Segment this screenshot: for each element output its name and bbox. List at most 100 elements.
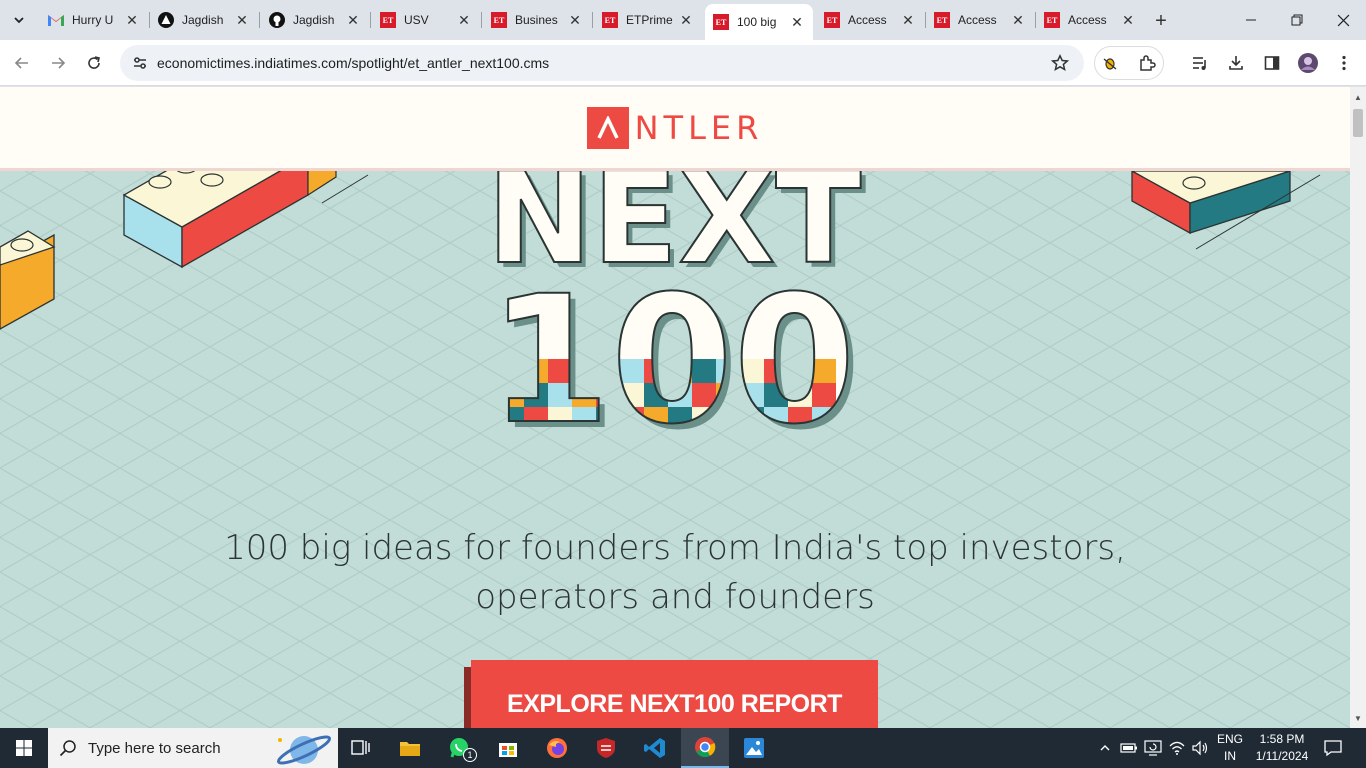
- tab-business[interactable]: ET Busines ✕: [483, 6, 591, 34]
- explore-report-label: EXPLORE NEXT100 REPORT: [507, 690, 842, 718]
- vscode-icon: [644, 738, 665, 758]
- svg-text:100: 100: [488, 258, 855, 463]
- start-button[interactable]: [0, 728, 48, 768]
- security-app-button[interactable]: [582, 728, 630, 768]
- isometric-grid-background: NEXT NEXT 100 100 100: [0, 87, 1350, 728]
- tab-access-1[interactable]: ET Access ✕: [816, 6, 924, 34]
- restore-button[interactable]: [1274, 0, 1320, 40]
- taskbar-search-box[interactable]: Type here to search: [48, 728, 338, 768]
- page-scrollbar[interactable]: ▲ ▼: [1350, 87, 1366, 728]
- side-panel-icon[interactable]: [1258, 49, 1286, 77]
- tab-title: Access: [1068, 13, 1107, 27]
- microsoft-store-button[interactable]: [484, 728, 532, 768]
- explore-report-button[interactable]: EXPLORE NEXT100 REPORT: [471, 660, 878, 728]
- whatsapp-button[interactable]: 1: [435, 728, 483, 768]
- site-settings-icon[interactable]: [126, 49, 154, 77]
- new-tab-button[interactable]: +: [1148, 8, 1174, 34]
- tab-separator: [592, 12, 593, 28]
- close-icon[interactable]: ✕: [345, 12, 361, 28]
- clock-time: 1:58 PM: [1259, 732, 1305, 746]
- tab-title: USV: [404, 13, 429, 27]
- volume-icon[interactable]: [1189, 728, 1211, 768]
- tab-gmail[interactable]: Hurry U ✕: [40, 6, 148, 34]
- firefox-button[interactable]: [533, 728, 581, 768]
- restore-icon: [1291, 14, 1303, 26]
- page-headline: 100 big ideas for founders from India's …: [175, 524, 1175, 622]
- forward-button[interactable]: [44, 49, 72, 77]
- show-hidden-icons[interactable]: [1096, 728, 1114, 768]
- scroll-up-icon[interactable]: ▲: [1350, 89, 1366, 105]
- photos-app-button[interactable]: [730, 728, 778, 768]
- media-controls-icon[interactable]: [1186, 49, 1214, 77]
- vscode-button[interactable]: [631, 728, 679, 768]
- system-clock[interactable]: 1:58 PM 1/11/2024: [1250, 731, 1314, 765]
- gmail-icon: [48, 12, 64, 28]
- firefox-icon: [547, 738, 567, 758]
- battery-icon[interactable]: [1118, 728, 1140, 768]
- tab-separator: [259, 12, 260, 28]
- back-button[interactable]: [8, 49, 36, 77]
- profile-avatar[interactable]: [1294, 49, 1322, 77]
- wifi-icon[interactable]: [1166, 728, 1188, 768]
- folder-icon: [400, 742, 420, 756]
- update-icon[interactable]: [1142, 728, 1164, 768]
- task-view-button[interactable]: [337, 728, 385, 768]
- windows-logo-icon: [16, 740, 32, 756]
- tab-jagdish-1[interactable]: Jagdish ✕: [150, 6, 258, 34]
- arrow-left-icon: [14, 57, 28, 69]
- windows-taskbar: Type here to search 1 ENG IN 1:58 PM 1/1…: [0, 728, 1366, 768]
- bug-extension-icon[interactable]: [1096, 49, 1124, 77]
- arrow-right-icon: [52, 57, 66, 69]
- lang-region: IN: [1224, 749, 1236, 763]
- clock-date: 1/11/2024: [1255, 749, 1309, 763]
- tab-access-2[interactable]: ET Access ✕: [926, 6, 1034, 34]
- search-highlight-illustration-icon: [276, 735, 332, 765]
- tab-100-big-ideas[interactable]: ET 100 big ✕: [705, 4, 813, 40]
- puzzle-extensions-icon[interactable]: [1133, 49, 1161, 77]
- et-icon: ET: [934, 12, 950, 28]
- more-menu-icon[interactable]: [1330, 49, 1358, 77]
- close-icon[interactable]: ✕: [124, 12, 140, 28]
- tab-usv[interactable]: ET USV ✕: [372, 6, 480, 34]
- scroll-down-icon[interactable]: ▼: [1350, 710, 1366, 726]
- input-language-indicator[interactable]: ENG IN: [1214, 731, 1246, 765]
- tab-title: ETPrime: [626, 13, 673, 27]
- notifications-button[interactable]: [1320, 728, 1346, 768]
- close-icon[interactable]: ✕: [567, 12, 583, 28]
- close-icon[interactable]: ✕: [234, 12, 250, 28]
- notification-icon: [1324, 740, 1342, 757]
- close-icon[interactable]: ✕: [456, 12, 472, 28]
- antler-logo-text: NTLER: [634, 108, 764, 147]
- tab-jagdish-github[interactable]: Jagdish ✕: [261, 6, 369, 34]
- close-window-button[interactable]: [1320, 0, 1366, 40]
- address-bar[interactable]: economictimes.indiatimes.com/spotlight/e…: [120, 45, 1084, 81]
- minimize-button[interactable]: [1228, 0, 1274, 40]
- tab-title: Access: [848, 13, 887, 27]
- tab-title: Busines: [515, 13, 558, 27]
- tab-separator: [481, 12, 482, 28]
- close-icon[interactable]: ✕: [900, 12, 916, 28]
- tab-search-button[interactable]: [6, 7, 32, 33]
- download-icon[interactable]: [1222, 49, 1250, 77]
- reload-button[interactable]: [80, 49, 108, 77]
- headline-line-2: operators and founders: [475, 577, 875, 617]
- browser-toolbar: economictimes.indiatimes.com/spotlight/e…: [0, 40, 1366, 86]
- antler-logo[interactable]: NTLER: [586, 106, 764, 149]
- close-icon[interactable]: ✕: [789, 14, 805, 30]
- bookmark-star-icon[interactable]: [1048, 51, 1072, 75]
- task-view-icon: [351, 740, 370, 755]
- chrome-button[interactable]: [681, 728, 729, 768]
- tab-separator: [370, 12, 371, 28]
- reload-icon: [88, 56, 100, 69]
- tab-title: Access: [958, 13, 997, 27]
- close-icon[interactable]: ✕: [1120, 12, 1136, 28]
- shield-icon: [597, 738, 615, 758]
- scrollbar-thumb[interactable]: [1353, 109, 1363, 137]
- tab-etprime[interactable]: ET ETPrime ✕: [594, 6, 702, 34]
- close-icon[interactable]: ✕: [1010, 12, 1026, 28]
- tab-access-3[interactable]: ET Access ✕: [1036, 6, 1144, 34]
- close-icon: [1337, 14, 1349, 26]
- close-icon[interactable]: ✕: [678, 12, 694, 28]
- antler-logo-mark: [586, 106, 629, 149]
- file-explorer-button[interactable]: [386, 728, 434, 768]
